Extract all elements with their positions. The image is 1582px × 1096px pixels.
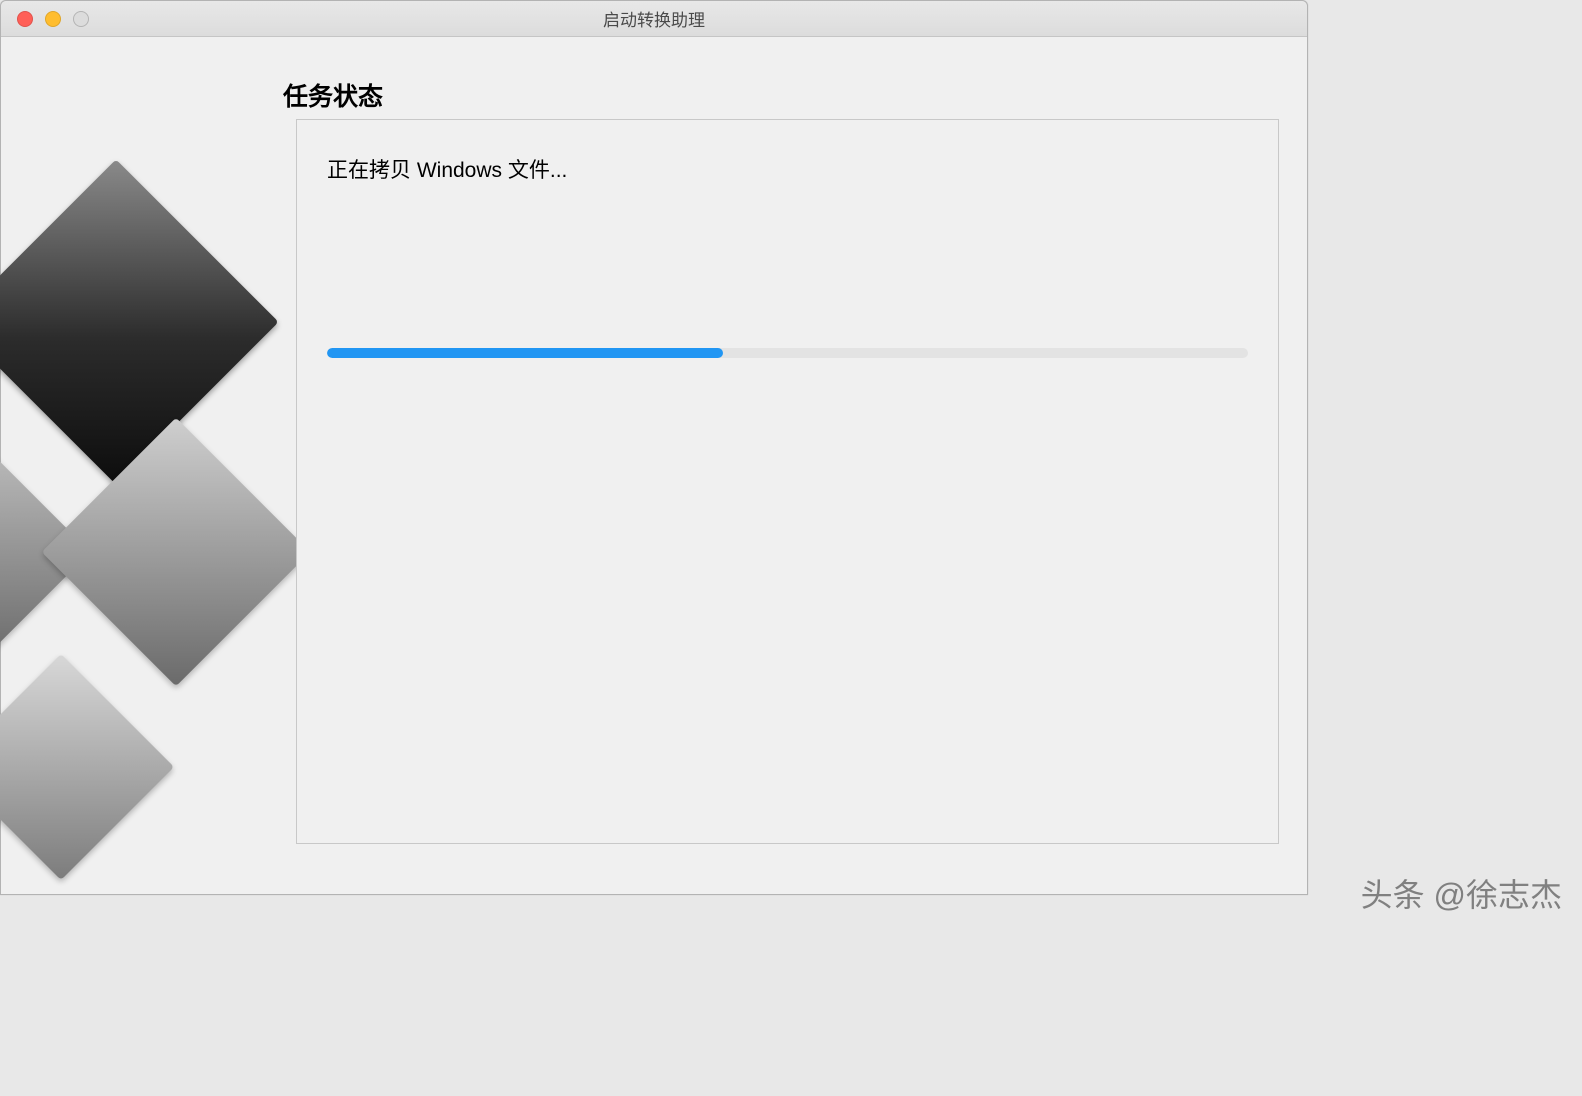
watermark-text: 头条 @徐志杰: [1361, 870, 1562, 916]
app-window: 启动转换助理 任务状态 正在拷贝 Windows 文件...: [0, 0, 1308, 895]
titlebar[interactable]: 启动转换助理: [1, 1, 1307, 37]
traffic-lights: [1, 11, 89, 27]
window-title: 启动转换助理: [603, 6, 705, 31]
window-body: 任务状态 正在拷贝 Windows 文件...: [1, 37, 1307, 894]
diamond-bottom-icon: [0, 654, 174, 880]
diamond-top-icon: [0, 159, 279, 484]
status-text: 正在拷贝 Windows 文件...: [327, 154, 567, 184]
progress-bar: [327, 348, 1248, 358]
zoom-icon: [73, 11, 89, 27]
progress-fill: [327, 348, 723, 358]
page-heading: 任务状态: [283, 77, 383, 113]
close-icon[interactable]: [17, 11, 33, 27]
bootcamp-icon: [0, 167, 331, 767]
content-panel: 正在拷贝 Windows 文件...: [296, 119, 1279, 844]
diamond-right-icon: [42, 418, 311, 687]
minimize-icon[interactable]: [45, 11, 61, 27]
